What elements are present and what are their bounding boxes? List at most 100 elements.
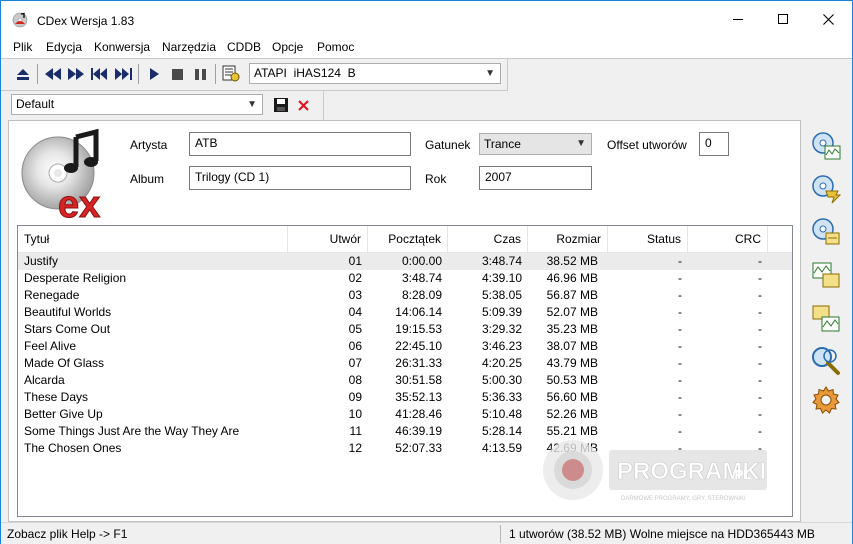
column-start[interactable]: Pocztątek bbox=[368, 226, 448, 252]
track-row[interactable]: Desperate Religion 02 3:48.74 4:39.10 46.96 … bbox=[18, 270, 792, 287]
play-button[interactable] bbox=[144, 64, 164, 84]
convert-mp3-button[interactable] bbox=[809, 301, 843, 335]
extract-to-mp3-button[interactable] bbox=[809, 172, 843, 206]
extract-tracks-button[interactable] bbox=[809, 129, 843, 163]
cell-start: 19:15.53 bbox=[395, 322, 442, 336]
rewind-button[interactable] bbox=[43, 64, 63, 84]
cell-status: - bbox=[678, 322, 682, 336]
cdex-app-icon[interactable] bbox=[12, 12, 28, 28]
cell-start: 8:28.09 bbox=[401, 288, 442, 302]
track-row[interactable]: The Chosen Ones 12 52:07.33 4:13.59 42.69 MB… bbox=[18, 440, 792, 457]
album-field[interactable]: Trilogy (CD 1) bbox=[189, 166, 411, 190]
menu-cddb[interactable]: CDDB bbox=[227, 40, 261, 54]
artist-field[interactable]: ATB bbox=[189, 132, 411, 156]
track-row[interactable]: Renegade 03 8:28.09 5:38.05 56.87 MB - - bbox=[18, 287, 792, 304]
track-row[interactable]: Made Of Glass 07 26:31.33 4:20.25 43.79 MB - - bbox=[18, 355, 792, 372]
column-duration[interactable]: Czas bbox=[448, 226, 528, 252]
stop-button[interactable] bbox=[167, 64, 187, 84]
settings-button[interactable] bbox=[809, 383, 843, 417]
menu-opcje[interactable]: Opcje bbox=[272, 40, 303, 54]
cell-track: 08 bbox=[348, 373, 362, 387]
track-list[interactable]: Tytuł Utwór Pocztątek Czas Rozmiar Statu… bbox=[17, 225, 793, 517]
cell-size: 50.53 MB bbox=[546, 373, 598, 387]
column-size[interactable]: Rozmiar bbox=[528, 226, 608, 252]
track-row[interactable]: Alcarda 08 30:51.58 5:00.30 50.53 MB - - bbox=[18, 372, 792, 389]
column-title[interactable]: Tytuł bbox=[18, 226, 288, 252]
cell-crc: - bbox=[758, 339, 762, 353]
close-icon bbox=[822, 13, 834, 25]
extract-partial-button[interactable] bbox=[809, 215, 843, 249]
search-cddb-button[interactable] bbox=[809, 344, 843, 378]
track-row[interactable]: Beautiful Worlds 04 14:06.14 5:09.39 52.07 M… bbox=[18, 304, 792, 321]
menu-plik[interactable]: Plik bbox=[13, 40, 32, 54]
track-row[interactable]: Stars Come Out 05 19:15.53 3:29.32 35.23 MB -… bbox=[18, 321, 792, 338]
pause-button[interactable] bbox=[190, 64, 210, 84]
track-row[interactable]: Some Things Just Are the Way They Are 11 4… bbox=[18, 423, 792, 440]
cell-crc: - bbox=[758, 390, 762, 404]
track-row[interactable]: Justify 01 0:00.00 3:48.74 38.52 MB - - bbox=[18, 253, 792, 270]
cell-title: These Days bbox=[24, 390, 89, 404]
chevron-down-icon: ▼ bbox=[576, 138, 586, 149]
cell-crc: - bbox=[758, 356, 762, 370]
menu-konwersja[interactable]: Konwersja bbox=[94, 40, 150, 54]
maximize-button[interactable] bbox=[760, 1, 806, 37]
column-track[interactable]: Utwór bbox=[288, 226, 368, 252]
cell-size: 38.52 MB bbox=[546, 254, 598, 268]
menu-narzedzia[interactable]: Narzędzia bbox=[162, 40, 216, 54]
menu-pomoc[interactable]: Pomoc bbox=[317, 40, 354, 54]
offset-field[interactable]: 0 bbox=[699, 132, 729, 156]
fast-forward-icon bbox=[68, 68, 84, 80]
track-row[interactable]: Better Give Up 10 41:28.46 5:10.48 52.26 MB -… bbox=[18, 406, 792, 423]
menu-edycja[interactable]: Edycja bbox=[46, 40, 82, 54]
chevron-down-icon: ▼ bbox=[485, 68, 495, 79]
save-profile-button[interactable] bbox=[271, 95, 291, 115]
cell-start: 35:52.13 bbox=[395, 390, 442, 404]
cell-duration: 5:36.33 bbox=[481, 390, 522, 404]
save-icon bbox=[274, 98, 288, 112]
eject-button[interactable] bbox=[13, 64, 33, 84]
cell-size: 52.26 MB bbox=[546, 407, 598, 421]
cell-crc: - bbox=[758, 441, 762, 455]
delete-profile-button[interactable] bbox=[293, 95, 313, 115]
fast-forward-button[interactable] bbox=[66, 64, 86, 84]
cell-size: 56.87 MB bbox=[546, 288, 598, 302]
album-value: Trilogy (CD 1) bbox=[195, 170, 270, 184]
cell-size: 46.96 MB bbox=[546, 271, 598, 285]
cell-title: Beautiful Worlds bbox=[24, 305, 112, 319]
toolbar-separator bbox=[215, 64, 216, 84]
next-track-button[interactable] bbox=[113, 64, 133, 84]
cd-info-icon bbox=[222, 65, 240, 82]
extract-partial-icon bbox=[812, 218, 840, 245]
cell-duration: 5:38.05 bbox=[481, 288, 522, 302]
cd-info-button[interactable] bbox=[221, 63, 241, 83]
profile-select[interactable]: Default ▼ bbox=[11, 94, 263, 115]
stop-icon bbox=[171, 68, 183, 80]
cell-status: - bbox=[678, 424, 682, 438]
search-icon bbox=[812, 347, 840, 375]
cell-crc: - bbox=[758, 305, 762, 319]
previous-track-button[interactable] bbox=[89, 64, 109, 84]
cell-title: Feel Alive bbox=[24, 339, 77, 353]
status-divider bbox=[500, 525, 501, 543]
convert-mp3-icon bbox=[812, 305, 840, 332]
convert-wav-button[interactable] bbox=[809, 258, 843, 292]
status-selection-info: 1 utworów (38.52 MB) Wolne miejsce na HD… bbox=[509, 527, 815, 541]
extract-mp3-icon bbox=[812, 175, 842, 204]
year-field[interactable]: 2007 bbox=[479, 166, 592, 190]
genre-select[interactable]: Trance ▼ bbox=[479, 133, 592, 155]
column-status[interactable]: Status bbox=[608, 226, 688, 252]
cell-start: 3:48.74 bbox=[401, 271, 442, 285]
column-crc[interactable]: CRC bbox=[688, 226, 768, 252]
title-bar: CDex Wersja 1.83 bbox=[1, 1, 852, 37]
menu-bar: Plik Edycja Konwersja Narzędzia CDDB Opc… bbox=[1, 37, 852, 58]
minimize-button[interactable] bbox=[715, 1, 761, 37]
close-button[interactable] bbox=[805, 1, 851, 37]
drive-select[interactable]: ATAPI iHAS124 B ▼ bbox=[249, 63, 501, 84]
cell-track: 07 bbox=[348, 356, 362, 370]
cell-track: 02 bbox=[348, 271, 362, 285]
year-value: 2007 bbox=[485, 170, 512, 184]
track-row[interactable]: These Days 09 35:52.13 5:36.33 56.60 MB - - bbox=[18, 389, 792, 406]
drive-select-value: ATAPI iHAS124 B bbox=[254, 66, 356, 80]
track-row[interactable]: Feel Alive 06 22:45.10 3:46.23 38.07 MB - - bbox=[18, 338, 792, 355]
cell-title: Made Of Glass bbox=[24, 356, 105, 370]
